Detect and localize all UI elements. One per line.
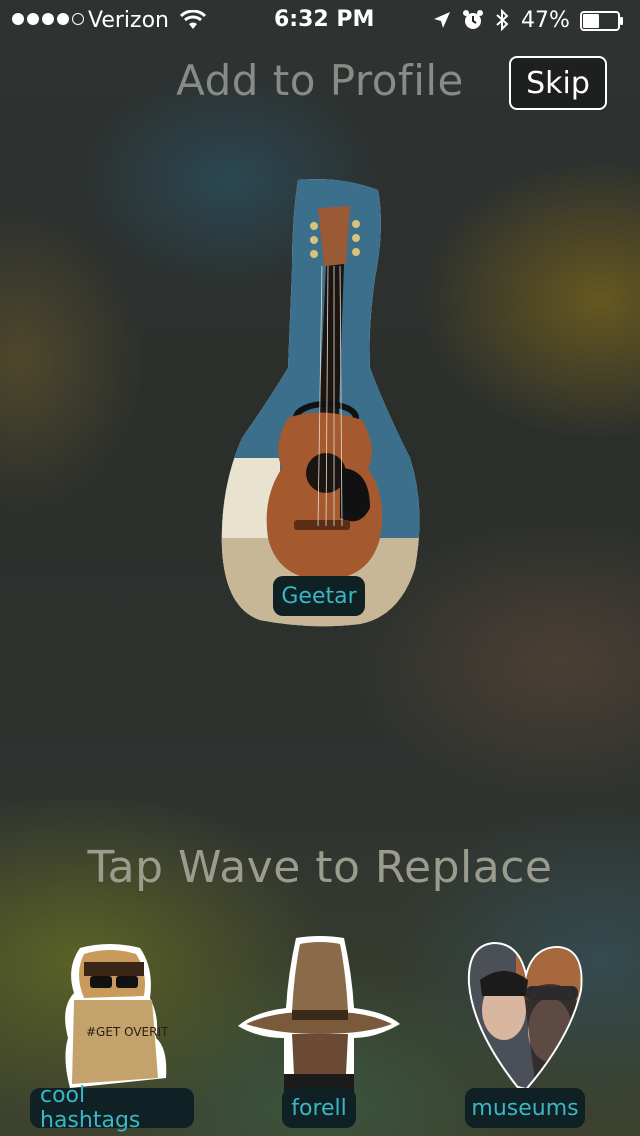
clock: 6:32 PM xyxy=(274,7,375,32)
status-bar: Verizon 6:32 PM 47% xyxy=(0,0,640,40)
alarm-icon xyxy=(463,10,483,29)
hat-portrait-image xyxy=(238,936,400,1094)
option-label-forell: forell xyxy=(282,1088,356,1128)
option-label-museums: museums xyxy=(465,1088,585,1128)
cool-hashtags-sticker[interactable]: #GET OVERIT xyxy=(50,938,180,1092)
cartoon-sticker-image: #GET OVERIT xyxy=(65,944,169,1088)
battery-icon xyxy=(580,11,623,31)
option-label-cool-hashtags: cool hashtags xyxy=(30,1083,194,1133)
heart-photo-image xyxy=(467,941,583,1091)
museums-sticker[interactable] xyxy=(466,940,586,1094)
battery-percent: 47% xyxy=(521,8,570,33)
guitar-sticker-image xyxy=(221,179,420,627)
sticker-text: #GET OVERIT xyxy=(86,1025,169,1039)
bluetooth-icon xyxy=(496,8,509,32)
instruction-text: Tap Wave to Replace xyxy=(87,842,553,893)
forell-sticker[interactable] xyxy=(236,934,402,1098)
sticker-label: Geetar xyxy=(273,576,365,616)
location-arrow-icon xyxy=(434,12,450,28)
wifi-icon xyxy=(180,10,206,29)
page-title: Add to Profile xyxy=(176,56,464,105)
signal-strength-icon xyxy=(12,13,84,25)
selected-sticker[interactable] xyxy=(210,168,435,638)
carrier-name: Verizon xyxy=(88,8,169,33)
skip-button[interactable]: Skip xyxy=(509,56,607,110)
